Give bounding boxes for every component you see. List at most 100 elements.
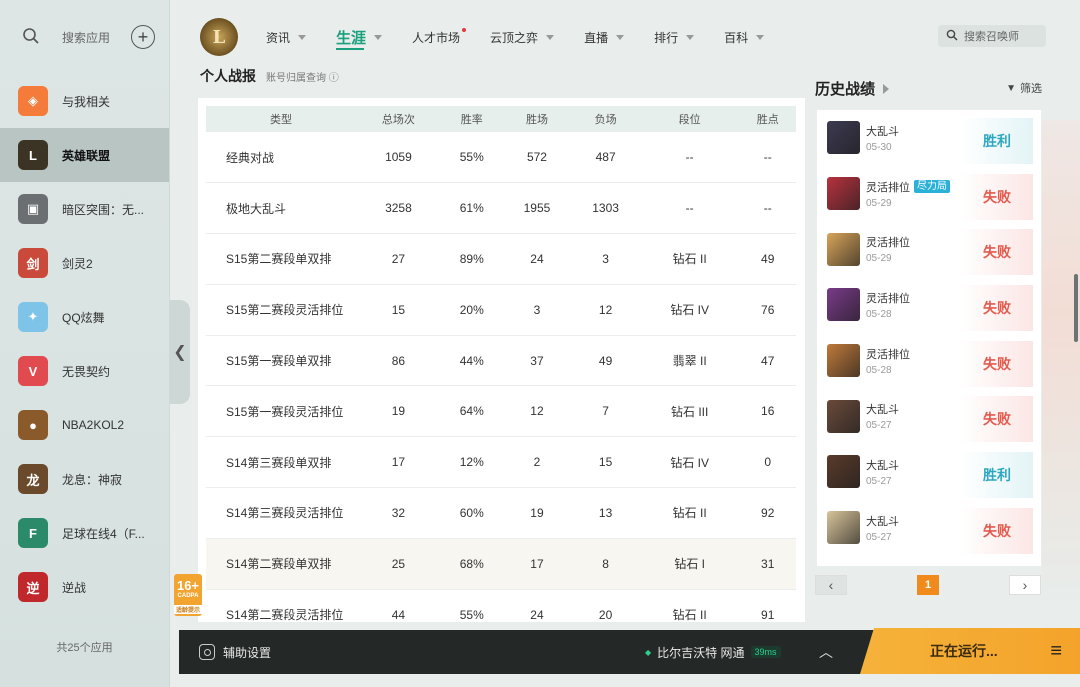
prev-page-button[interactable]: ‹ — [815, 575, 847, 595]
sidebar-app-item[interactable]: ● NBA2KOL2 — [0, 398, 169, 452]
app-list: ◈ 与我相关 L 英雄联盟 ▣ 暗区突围：无... 剑剑灵2 ✦ QQ炫舞 V 无畏契约 ● NBA2K… — [0, 74, 169, 614]
table-cell: 37 — [502, 335, 572, 387]
champion-avatar — [827, 455, 860, 489]
table-row[interactable]: S15第一赛段单双排 86 44% 37 49 翡翠 II 47 — [206, 335, 796, 387]
match-result: 失败 — [961, 173, 1033, 220]
match-mode-label: 灵活排位 — [866, 292, 910, 305]
table-cell: 27 — [356, 233, 441, 285]
table-cell: 3 — [502, 284, 572, 336]
search-icon[interactable] — [22, 27, 42, 47]
history-filter-button[interactable]: ▼ 筛选 — [1006, 80, 1042, 96]
column-header: 胜点 — [739, 106, 796, 132]
table-cell: 钻石 II — [639, 487, 740, 539]
menu-icon[interactable]: ≡ — [1050, 640, 1062, 663]
running-button[interactable]: 正在运行... ≡ — [860, 628, 1080, 674]
add-app-button[interactable]: + — [131, 25, 155, 49]
table-cell: 15 — [571, 436, 640, 489]
history-pager: ‹ 1 › — [815, 575, 1041, 597]
match-row[interactable]: 大乱斗 05-27 失败 — [817, 388, 1041, 444]
table-row[interactable]: S14第三赛段灵活排位 32 60% 19 13 钻石 II 92 — [206, 487, 796, 539]
match-row[interactable]: 大乱斗 05-27 失败 — [817, 500, 1041, 556]
sidebar-app-item[interactable]: 逆逆战 — [0, 560, 169, 614]
summoner-search-input[interactable]: 搜索召唤师 — [938, 25, 1046, 47]
table-row[interactable]: S14第三赛段单双排 17 12% 2 15 钻石 IV 0 — [206, 436, 796, 489]
table-row[interactable]: S15第二赛段灵活排位 15 20% 3 12 钻石 IV 76 — [206, 284, 796, 336]
match-row[interactable]: 大乱斗 05-27 胜利 — [817, 444, 1041, 500]
current-page-button[interactable]: 1 — [917, 575, 939, 595]
match-result: 胜利 — [961, 118, 1033, 164]
table-cell: 91 — [739, 589, 796, 622]
assist-settings-button[interactable]: 辅助设置 — [199, 644, 271, 661]
match-mode: 灵活排位 — [866, 234, 910, 250]
nizhan-icon: 逆 — [18, 572, 48, 602]
table-row[interactable]: S15第二赛段单双排 27 89% 24 3 钻石 II 49 — [206, 233, 796, 285]
table-cell: 60% — [440, 487, 503, 539]
nav-tabs: 资讯 生涯 人才市场 云顶之弈 直播 排行 百科 — [266, 22, 794, 52]
match-date: 05-27 — [866, 531, 892, 543]
nav-tab[interactable]: 生涯 — [336, 22, 383, 52]
lol-logo[interactable]: L — [200, 18, 238, 56]
assist-settings-label: 辅助设置 — [223, 645, 272, 660]
sidebar-app-item[interactable]: 剑剑灵2 — [0, 236, 169, 290]
table-row[interactable]: S14第二赛段灵活排位 44 55% 24 20 钻石 II 91 — [206, 589, 796, 622]
match-date: 05-27 — [866, 420, 892, 432]
account-lookup-link[interactable]: 账号归属查询 ⓘ — [266, 69, 339, 84]
chevron-down-icon — [616, 34, 625, 40]
column-header: 类型 — [206, 106, 356, 132]
match-row[interactable]: 灵活排位 05-29 失败 — [817, 221, 1041, 277]
table-row[interactable]: 极地大乱斗 3258 61% 1955 1303 -- -- — [206, 182, 796, 235]
sidebar-app-item[interactable]: V 无畏契约 — [0, 344, 169, 398]
match-row[interactable]: 大乱斗 05-30 胜利 — [817, 110, 1041, 166]
table-cell: -- — [639, 132, 740, 184]
collapse-sidebar-button[interactable]: ❮ — [170, 300, 190, 404]
table-cell: 20 — [571, 589, 640, 622]
match-mode: 大乱斗 — [866, 123, 899, 139]
sidebar-app-item[interactable]: ✦ QQ炫舞 — [0, 290, 169, 344]
match-mode: 灵活排位 尽力局 — [866, 179, 950, 195]
nav-tab[interactable]: 直播 — [584, 22, 625, 52]
table-cell: 68% — [440, 538, 503, 590]
history-title[interactable]: 历史战绩 — [815, 78, 890, 99]
table-row[interactable]: S14第二赛段单双排 25 68% 17 8 钻石 I 31 — [206, 538, 796, 590]
table-row[interactable]: S15第一赛段灵活排位 19 64% 12 7 钻石 III 16 — [206, 385, 796, 438]
match-row[interactable]: 灵活排位 05-28 失败 — [817, 333, 1041, 389]
nav-tab[interactable]: 百科 — [724, 22, 765, 52]
server-selector[interactable]: ◆ 比尔吉沃特 网通 39ms — [645, 644, 781, 661]
stats-title: 个人战报 — [200, 68, 256, 84]
table-cell: 572 — [502, 132, 572, 184]
chevron-down-icon — [374, 34, 383, 40]
champion-avatar — [827, 288, 860, 322]
page-scrollbar[interactable] — [1074, 274, 1078, 342]
next-page-button[interactable]: › — [1009, 575, 1041, 595]
sidebar-app-item[interactable]: F 足球在线4（F... — [0, 506, 169, 560]
champion-avatar — [827, 177, 860, 211]
nav-tab[interactable]: 资讯 — [266, 22, 307, 52]
table-row[interactable]: 经典对战 1059 55% 572 487 -- -- — [206, 132, 796, 184]
nav-tab-label: 人才市场 — [412, 30, 461, 45]
sidebar-app-item[interactable]: ◈ 与我相关 — [0, 74, 169, 128]
nav-tab-label: 生涯 — [336, 29, 367, 47]
sidebar-app-item[interactable]: L 英雄联盟 — [0, 128, 169, 182]
nav-tab[interactable]: 人才市场 — [412, 22, 467, 52]
table-cell: 1303 — [571, 182, 640, 235]
match-info: 灵活排位 05-29 — [866, 234, 910, 264]
match-row[interactable]: 灵活排位 尽力局 05-29 失败 — [817, 166, 1041, 222]
match-result: 失败 — [961, 229, 1033, 276]
table-cell: S15第一赛段单双排 — [206, 335, 356, 387]
table-cell: 0 — [739, 436, 796, 489]
nav-tab[interactable]: 云顶之弈 — [490, 22, 555, 52]
sidebar-app-item[interactable]: ▣ 暗区突围：无... — [0, 182, 169, 236]
match-mode: 大乱斗 — [866, 401, 899, 417]
chevron-up-icon[interactable]: ︿ — [819, 642, 833, 662]
sidebar-app-item[interactable]: 龙龙息：神寂 — [0, 452, 169, 506]
sidebar-app-label: 暗区突围：无... — [62, 202, 145, 217]
table-cell: -- — [739, 182, 796, 235]
match-row[interactable]: 灵活排位 05-28 失败 — [817, 277, 1041, 333]
match-mode-label: 大乱斗 — [866, 515, 899, 528]
dark-zone-icon: ▣ — [18, 194, 48, 224]
app-search-input[interactable]: 搜索应用 — [62, 29, 131, 46]
nav-tab[interactable]: 排行 — [654, 22, 695, 52]
column-header: 负场 — [571, 106, 640, 132]
table-cell: -- — [639, 182, 740, 235]
match-date: 05-29 — [866, 197, 892, 209]
